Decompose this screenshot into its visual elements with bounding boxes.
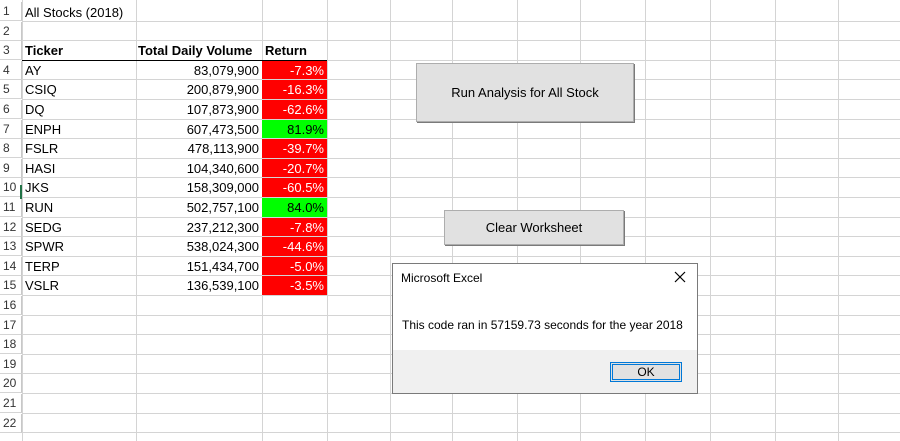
cell-volume[interactable]: 607,473,500 [136, 120, 262, 139]
row-gridline [22, 412, 900, 414]
cell-return[interactable]: -7.3% [262, 60, 327, 80]
row-number[interactable]: 11 [0, 198, 22, 217]
cell-ticker[interactable]: SEDG [22, 218, 132, 237]
cell-ticker[interactable]: HASI [22, 159, 132, 178]
dialog-title: Microsoft Excel [401, 271, 483, 285]
column-gridline [327, 0, 328, 441]
cell-return[interactable]: -20.7% [262, 158, 327, 178]
clear-worksheet-button[interactable]: Clear Worksheet [444, 210, 624, 245]
cell-ticker[interactable]: VSLR [22, 276, 132, 295]
cell-ticker[interactable]: DQ [22, 100, 132, 119]
row-number[interactable]: 10 [0, 178, 22, 198]
row-number[interactable]: 4 [0, 60, 22, 80]
row-number[interactable]: 6 [0, 100, 22, 119]
header-return[interactable]: Return [262, 41, 332, 60]
close-icon[interactable] [671, 268, 689, 286]
cell-volume[interactable]: 151,434,700 [136, 257, 262, 276]
row-number[interactable]: 15 [0, 276, 22, 296]
cell-volume[interactable]: 237,212,300 [136, 218, 262, 237]
cell-ticker[interactable]: CSIQ [22, 80, 132, 99]
row-number[interactable]: 8 [0, 139, 22, 159]
cell-return[interactable]: -16.3% [262, 80, 327, 99]
row-number[interactable]: 14 [0, 256, 22, 276]
column-gridline [710, 0, 711, 441]
dialog-title-bar[interactable]: Microsoft Excel [393, 264, 697, 292]
cell-volume[interactable]: 200,879,900 [136, 80, 262, 99]
cell-ticker[interactable]: SPWR [22, 237, 132, 256]
row-number[interactable]: 9 [0, 158, 22, 178]
row-number[interactable]: 18 [0, 335, 22, 355]
column-gridline [838, 0, 839, 441]
cell-volume[interactable]: 136,539,100 [136, 276, 262, 295]
cell-ticker[interactable]: AY [22, 61, 132, 80]
cell-ticker[interactable]: FSLR [22, 139, 132, 158]
cell-return[interactable]: -7.8% [262, 217, 327, 237]
cell-ticker[interactable]: RUN [22, 198, 132, 217]
row-number[interactable]: 2 [0, 21, 22, 41]
column-gridline [775, 0, 776, 441]
sheet-title[interactable]: All Stocks (2018) [22, 3, 142, 22]
dialog-message: This code ran in 57159.73 seconds for th… [402, 318, 683, 332]
cell-return[interactable]: -44.6% [262, 237, 327, 256]
cell-return[interactable]: 84.0% [262, 198, 327, 217]
row-number[interactable]: 7 [0, 119, 22, 139]
row-number[interactable]: 3 [0, 41, 22, 61]
cell-volume[interactable]: 83,079,900 [136, 61, 262, 80]
cell-ticker[interactable]: ENPH [22, 120, 132, 139]
run-analysis-button[interactable]: Run Analysis for All Stock [416, 63, 634, 122]
cell-ticker[interactable]: JKS [22, 178, 132, 197]
cell-return[interactable]: -60.5% [262, 178, 327, 197]
cell-volume[interactable]: 158,309,000 [136, 178, 262, 197]
dialog-body: This code ran in 57159.73 seconds for th… [393, 292, 697, 350]
message-dialog: Microsoft Excel This code ran in 57159.7… [392, 263, 698, 394]
row-number[interactable]: 16 [0, 296, 22, 315]
cell-ticker[interactable]: TERP [22, 257, 132, 276]
cell-return[interactable]: -62.6% [262, 100, 327, 119]
column-gridline [390, 0, 391, 441]
cell-volume[interactable]: 538,024,300 [136, 237, 262, 256]
cell-volume[interactable]: 107,873,900 [136, 100, 262, 119]
row-number[interactable]: 5 [0, 80, 22, 100]
cell-volume[interactable]: 502,757,100 [136, 198, 262, 217]
cell-volume[interactable]: 104,340,600 [136, 159, 262, 178]
cell-cursor [20, 185, 22, 199]
row-gridline [22, 20, 900, 22]
row-number[interactable]: 12 [0, 217, 22, 237]
cell-volume[interactable]: 478,113,900 [136, 139, 262, 158]
row-number[interactable]: 22 [0, 413, 22, 433]
row-number[interactable]: 19 [0, 354, 22, 374]
cell-return[interactable]: -5.0% [262, 256, 327, 276]
cell-return[interactable]: 81.9% [262, 119, 327, 139]
header-ticker[interactable]: Ticker [22, 41, 132, 60]
header-volume[interactable]: Total Daily Volume [135, 41, 265, 60]
row-number[interactable]: 21 [0, 394, 22, 413]
cell-return[interactable]: -39.7% [262, 139, 327, 158]
row-number[interactable]: 1 [0, 2, 22, 21]
ok-button[interactable]: OK [610, 362, 682, 382]
row-number[interactable]: 17 [0, 315, 22, 335]
row-gridline [22, 432, 900, 434]
row-number[interactable]: 20 [0, 374, 22, 394]
row-number[interactable]: 13 [0, 237, 22, 257]
cell-return[interactable]: -3.5% [262, 276, 327, 295]
